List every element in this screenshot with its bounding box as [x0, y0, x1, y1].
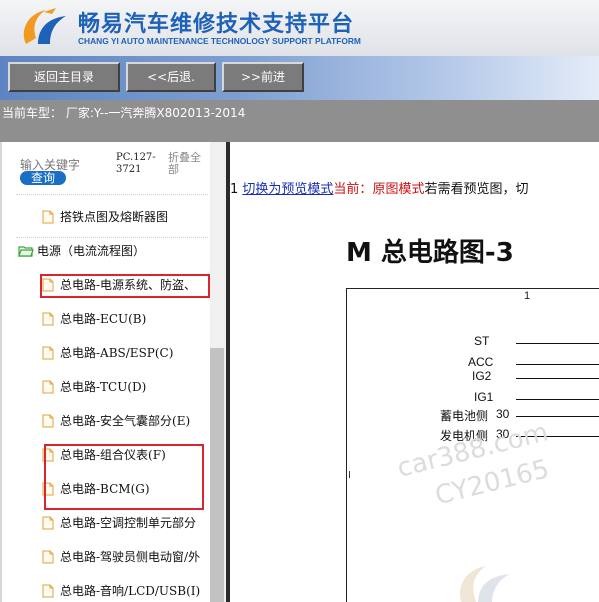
tree-item[interactable]: 总电路-TCU(D) [42, 376, 210, 406]
signal-label: ST [474, 334, 490, 348]
pc-code: PC.127-3721 [116, 152, 156, 175]
logo-icon [23, 8, 66, 44]
left-edge [0, 142, 2, 602]
tree-item[interactable]: 总电路-音响/LCD/USB(I) [42, 580, 210, 602]
signal-line [516, 378, 599, 379]
home-button[interactable]: 返回主目录 [8, 62, 120, 92]
mode-prefix: 1 [230, 182, 243, 197]
tree-divider [16, 194, 208, 195]
document-icon [42, 550, 54, 563]
signal-line [516, 364, 599, 365]
tree-item-label: 总电路-安全气囊部分(E) [60, 414, 191, 428]
signal-label: IG1 [474, 390, 494, 404]
column-number: 1 [524, 290, 531, 302]
vehicle-bar: 当前车型： 厂家:Y--一汽奔腾X802013-2014 [0, 100, 599, 142]
tree-item-label: 总电路-驾驶员侧电动窗/外 [60, 550, 201, 564]
tree-divider [16, 237, 208, 238]
tree-item-label: 总电路-空调控制单元部分 [60, 516, 197, 530]
search-button[interactable]: 查询 [20, 171, 66, 185]
tree-folder-label: 电源（电流流程图） [37, 244, 146, 258]
signal-line [516, 416, 599, 417]
tree-item[interactable]: 总电路-ECU(B) [42, 308, 210, 338]
tree-item[interactable]: 搭铁点图及熔断器图 [42, 206, 210, 236]
signal-line [516, 399, 599, 400]
signal-label: 蓄电池侧 [440, 409, 489, 423]
diagram-title: M 总电路图-3 [346, 238, 514, 268]
highlight-box [44, 444, 204, 510]
document-icon [42, 584, 54, 597]
preview-hint: 若需看预览图，切 [424, 182, 529, 197]
tree-item[interactable]: 总电路-安全气囊部分(E) [42, 410, 210, 440]
switch-preview-link[interactable]: 切换为预览模式 [242, 182, 333, 197]
main-content: 1 切换为预览模式当前：原图模式若需看预览图，切 M 总电路图-3 1 I ST… [230, 142, 599, 602]
watermark-logo-icon [460, 566, 510, 602]
tree-item-label: 总电路-ECU(B) [60, 312, 147, 326]
current-vehicle: 当前车型： 厂家:Y--一汽奔腾X802013-2014 [2, 106, 246, 120]
forward-button[interactable]: >>前进 [222, 62, 304, 92]
tree-item-label: 总电路-TCU(D) [60, 380, 147, 394]
document-icon [42, 210, 54, 223]
nav-bar: 返回主目录 <<后退. >>前进 [0, 56, 599, 100]
signal-line [516, 343, 599, 344]
open-folder-icon [18, 245, 34, 257]
signal-label: IG2 [472, 369, 492, 383]
document-icon [42, 346, 54, 359]
tree-item-label: 搭铁点图及熔断器图 [60, 210, 169, 224]
document-icon [42, 516, 54, 529]
app-title: 畅易汽车维修技术支持平台 [78, 12, 355, 37]
tree-item[interactable]: 总电路-ABS/ESP(C) [42, 342, 210, 372]
app-subtitle: CHANG YI AUTO MAINTENANCE TECHNOLOGY SUP… [78, 36, 361, 46]
app-header: 畅易汽车维修技术支持平台 CHANG YI AUTO MAINTENANCE T… [0, 0, 599, 56]
current-mode: 原图模式 [372, 182, 425, 197]
tree-item[interactable]: 总电路-空调控制单元部分 [42, 512, 210, 542]
highlight-box [40, 274, 210, 298]
tree-item[interactable]: 总电路-驾驶员侧电动窗/外 [42, 546, 210, 576]
document-icon [42, 414, 54, 427]
sidebar-scroll-thumb[interactable] [210, 348, 224, 602]
collapse-all-button[interactable]: 折叠全部 [168, 152, 208, 176]
tree-item-label: 总电路-ABS/ESP(C) [60, 346, 174, 360]
current-mode-label: 当前： [333, 182, 373, 197]
document-icon [42, 312, 54, 325]
back-button[interactable]: <<后退. [126, 62, 216, 92]
signal-pin: 30 [496, 407, 510, 421]
mode-bar: 1 切换为预览模式当前：原图模式若需看预览图，切 [230, 178, 528, 197]
tree-folder[interactable]: 电源（电流流程图） [18, 240, 210, 270]
diagram-tick: I [348, 470, 351, 481]
tree-item-label: 总电路-音响/LCD/USB(I) [60, 584, 201, 598]
document-icon [42, 380, 54, 393]
signal-label: ACC [468, 355, 494, 369]
